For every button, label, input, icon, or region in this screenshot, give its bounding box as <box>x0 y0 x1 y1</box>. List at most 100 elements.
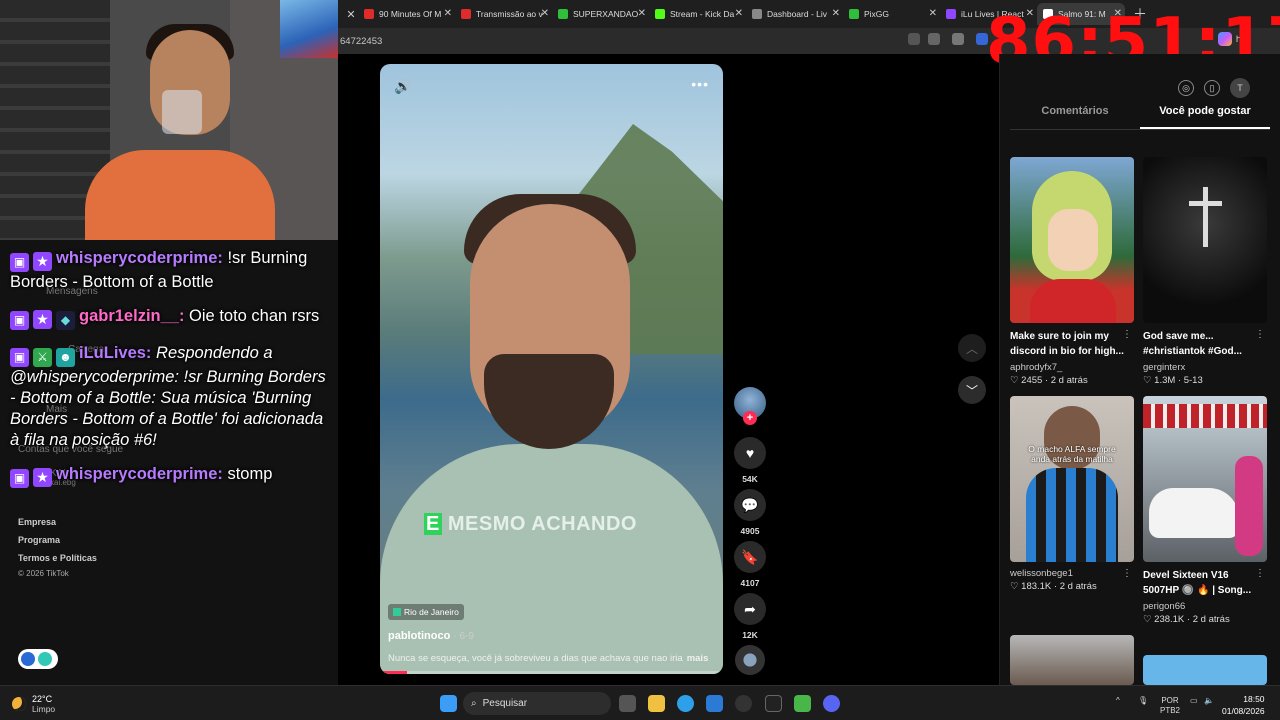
browser-tab[interactable]: 90 Minutes Of M ✕ <box>358 3 455 25</box>
previous-video-button[interactable]: ︿ <box>958 334 986 362</box>
card-user[interactable]: welissonbege1 <box>1010 568 1134 579</box>
network-icon[interactable]: ▭ <box>1190 696 1198 705</box>
close-icon[interactable]: ✕ <box>832 8 840 19</box>
close-icon[interactable]: ✕ <box>541 8 549 19</box>
share-button[interactable]: ➦ 12K <box>734 593 766 640</box>
app-icon <box>38 652 52 666</box>
close-icon[interactable]: ✕ <box>735 8 743 19</box>
close-icon[interactable]: ✕ <box>444 8 452 19</box>
file-explorer-icon[interactable] <box>648 695 665 712</box>
app-icon[interactable] <box>794 695 811 712</box>
card-more-icon[interactable]: ⋮ <box>1122 329 1132 340</box>
tab-favicon-icon <box>655 9 665 19</box>
translate-icon[interactable] <box>908 33 920 45</box>
tab-favicon-icon <box>752 9 762 19</box>
browser-tab[interactable]: PixGG ✕ <box>843 3 940 25</box>
badge-tw-icon: ▣ <box>10 469 29 488</box>
tab-label: PixGG <box>864 9 890 19</box>
next-video-button[interactable]: ﹀ <box>958 376 986 404</box>
anime-shirt <box>1030 279 1116 323</box>
close-icon[interactable]: ✕ <box>929 8 937 19</box>
recommended-video[interactable]: Devel Sixteen V16 5007HP 🔘 🔥 | Song... ⋮… <box>1143 396 1267 625</box>
microphone-icon[interactable]: 🎙 <box>1138 696 1148 705</box>
recommended-video[interactable] <box>1010 635 1134 685</box>
tab-you-may-like[interactable]: Você pode gostar <box>1140 105 1270 129</box>
tab-favicon-icon <box>364 9 374 19</box>
location-badge[interactable]: Rio de Janeiro <box>388 604 464 620</box>
browser-tab[interactable]: Dashboard - Liv ✕ <box>746 3 843 25</box>
comment-button[interactable]: 💬 4905 <box>734 489 766 536</box>
discord-icon[interactable] <box>823 695 840 712</box>
tab-favicon-icon <box>461 9 471 19</box>
edge-icon[interactable] <box>677 695 694 712</box>
card-user[interactable]: perigon66 <box>1143 601 1267 612</box>
card-user[interactable]: aphrodyfx7_ <box>1010 362 1134 373</box>
stream-chat-overlay: ▣ ★ whisperycoderprime: !sr Burning Border… <box>10 248 335 501</box>
video-progress-fill <box>380 671 408 674</box>
taskbar-search[interactable]: ⌕ Pesquisar <box>463 692 611 715</box>
language-indicator[interactable]: POR PTB2 <box>1160 696 1180 716</box>
more-link[interactable]: mais <box>687 653 709 664</box>
close-icon[interactable]: ✕ <box>638 8 646 19</box>
recommended-video[interactable]: Make sure to join my discord in bio for … <box>1010 157 1134 386</box>
anime-face <box>1048 209 1098 271</box>
video-caption: E MESMO ACHANDO <box>424 513 637 535</box>
chat-message: ▣ ★ whisperycoderprime: !sr Burning Border… <box>10 248 335 293</box>
badge-tw-icon: ▣ <box>10 348 29 367</box>
badge-mod-icon: ⚔ <box>33 348 52 367</box>
phone-icon[interactable]: ▯ <box>1204 80 1220 96</box>
chat-username: whisperycoderprime: <box>56 465 223 483</box>
video-author[interactable]: pablotinoco · 6-9 <box>388 630 474 642</box>
bookmark-star-icon[interactable] <box>928 33 940 45</box>
compass-icon[interactable]: ◎ <box>1178 80 1194 96</box>
stadium-seats <box>1143 404 1267 428</box>
card-more-icon[interactable]: ⋮ <box>1255 568 1265 579</box>
chat-message: ▣ ★ ◆ gabr1elzin__: Oie toto chan rsrs <box>10 306 335 330</box>
save-button[interactable]: 🔖 4107 <box>734 541 766 588</box>
app-download-pill[interactable] <box>18 649 58 669</box>
tab-comments[interactable]: Comentários <box>1010 105 1140 129</box>
profile-avatar[interactable]: T <box>1230 78 1250 98</box>
photos-icon[interactable] <box>706 695 723 712</box>
card-more-icon[interactable]: ⋮ <box>1255 329 1265 340</box>
car <box>1149 488 1239 538</box>
water-glass <box>162 90 202 134</box>
tab-favicon-icon <box>946 9 956 19</box>
badge-pix-icon: ◆ <box>56 311 75 330</box>
bookmark-icon: 🔖 <box>734 541 766 573</box>
follow-plus-icon[interactable]: + <box>743 411 757 425</box>
obs-icon[interactable] <box>735 695 752 712</box>
card-user[interactable]: gerginterx <box>1143 362 1267 373</box>
footer-program[interactable]: Programa <box>18 535 60 545</box>
system-clock[interactable]: 18:50 01/08/2026 <box>1222 693 1265 717</box>
recommended-video[interactable]: O macho ALFA sempre anda atrás da matilh… <box>1010 396 1134 592</box>
music-disc-icon[interactable] <box>735 645 765 675</box>
more-options-icon[interactable]: ••• <box>691 76 709 92</box>
browser-tab[interactable]: Transmissão ao v ✕ <box>455 3 552 25</box>
browser-tab[interactable]: Stream - Kick Da ✕ <box>649 3 746 25</box>
volume-icon[interactable]: 🔈 <box>1204 696 1214 705</box>
tab-label: Transmissão ao v <box>476 9 543 19</box>
badge-tw-icon: ▣ <box>10 311 29 330</box>
like-button[interactable]: ♥ 54K <box>734 437 766 484</box>
tiktok-video[interactable]: E MESMO ACHANDO 🔊 ••• Rio de Janeiro pab… <box>380 64 723 674</box>
volume-icon[interactable]: 🔊 <box>394 78 411 95</box>
chat-text: stomp <box>222 465 273 483</box>
video-progress[interactable] <box>380 671 723 674</box>
app-icon[interactable] <box>765 695 782 712</box>
windows-start-icon[interactable] <box>440 695 457 712</box>
footer-company[interactable]: Empresa <box>18 517 56 527</box>
chevron-up-icon[interactable]: ^ <box>1116 696 1120 705</box>
extension-icon[interactable] <box>952 33 964 45</box>
task-view-icon[interactable] <box>619 695 636 712</box>
video-beard <box>484 354 614 449</box>
footer-terms[interactable]: Termos e Políticas <box>18 553 97 563</box>
chat-username: iLuLives: <box>79 344 152 362</box>
recommended-video[interactable] <box>1143 655 1267 685</box>
card-more-icon[interactable]: ⋮ <box>1122 568 1132 579</box>
recommended-video[interactable]: God save me... #christiantok #God... ⋮ g… <box>1143 157 1267 386</box>
weather-widget[interactable]: 22°C Limpo <box>12 694 55 714</box>
browser-tab[interactable]: SUPERXANDAO ✕ <box>552 3 649 25</box>
webcam-overlay <box>0 0 338 240</box>
close-icon[interactable]: ✕ <box>344 8 358 21</box>
